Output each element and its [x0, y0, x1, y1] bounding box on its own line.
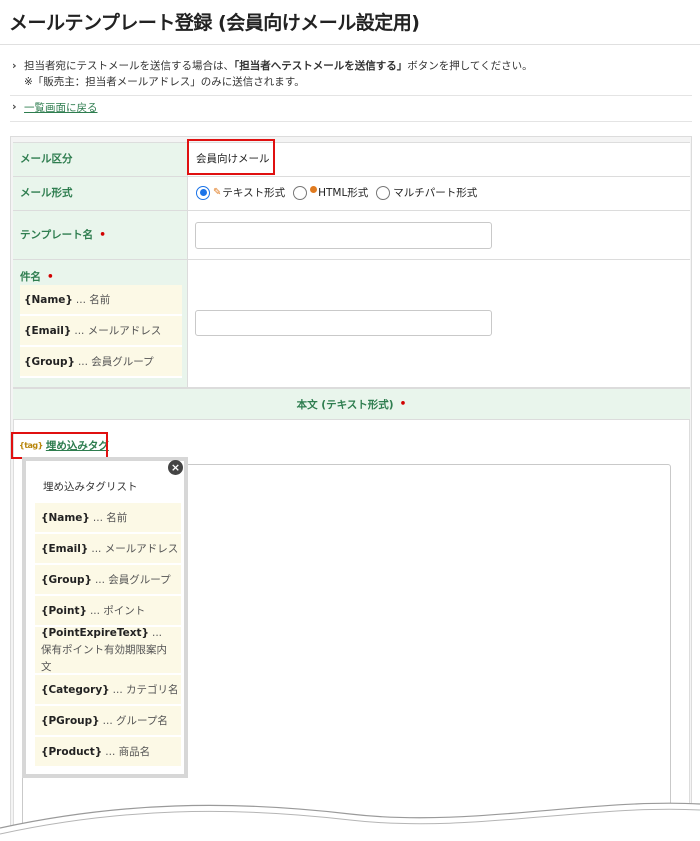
- tag-code: {PGroup}: [41, 714, 100, 727]
- subject-label-text: 件名: [20, 271, 41, 283]
- chevron-right-icon: ›: [12, 59, 17, 72]
- template-name-label-text: テンプレート名: [20, 229, 94, 241]
- back-link-row: › 一覧画面に戻る: [12, 100, 98, 115]
- tag-code: {Category}: [41, 683, 110, 696]
- tag-desc: ... ポイント: [89, 605, 146, 617]
- tag-desc: ... 商品名: [105, 746, 151, 758]
- required-mark: •: [47, 271, 54, 283]
- mail-format-label-text: メール形式: [20, 187, 73, 199]
- format-option-html[interactable]: HTML形式: [293, 185, 368, 200]
- tag-desc: ... カテゴリ名: [112, 684, 179, 696]
- note-button-name: 「担当者へテストメールを送信する」: [234, 60, 408, 72]
- format-multipart-label: マルチパート形式: [393, 187, 478, 199]
- tag-popup-item[interactable]: {Name}... 名前: [35, 503, 181, 534]
- title-divider: [0, 44, 700, 45]
- template-name-input[interactable]: [195, 222, 492, 249]
- tag-popup-item[interactable]: {PGroup}... グループ名: [35, 706, 181, 737]
- body-header-text: 本文 (テキスト形式): [296, 398, 394, 411]
- tag-code: {PointExpireText}: [41, 626, 149, 639]
- pencil-icon: ✎: [213, 187, 222, 198]
- note-text-suffix: ボタンを押してください。: [407, 60, 533, 72]
- radio-text-format[interactable]: [196, 185, 210, 200]
- note-line-2: ※「販売主：担当者メールアドレス」のみに送信されます。: [24, 76, 305, 88]
- subject-tag-list: {Name}... 名前 {Email}... メールアドレス {Group}.…: [20, 285, 182, 378]
- back-to-list-link[interactable]: 一覧画面に戻る: [24, 102, 98, 114]
- tag-desc: ... グループ名: [102, 715, 168, 727]
- tag-popup-item[interactable]: {Category}... カテゴリ名: [35, 675, 181, 706]
- format-html-label: HTML形式: [318, 187, 369, 199]
- format-text-label: テキスト形式: [222, 187, 286, 199]
- tag-code: {Email}: [41, 542, 89, 555]
- mail-type-label: メール区分: [13, 143, 188, 177]
- template-name-label: テンプレート名 •: [13, 211, 188, 260]
- tag-code: {Name}: [41, 511, 90, 524]
- tag-desc: ... 会員グループ: [77, 356, 154, 368]
- subject-tag-item: {Email}... メールアドレス: [20, 316, 182, 347]
- close-icon[interactable]: ×: [168, 460, 183, 475]
- radio-multipart-format[interactable]: [376, 185, 391, 200]
- tag-popup-item[interactable]: {Group}... 会員グループ: [35, 565, 181, 596]
- tag-desc: ... メールアドレス: [74, 325, 162, 337]
- subject-tag-item: {Name}... 名前: [20, 285, 182, 316]
- tag-popup-item[interactable]: {Point}... ポイント: [35, 596, 181, 627]
- chevron-right-icon: ›: [12, 100, 17, 113]
- highlight-box: [11, 432, 108, 459]
- tag-desc: ... メールアドレス: [91, 543, 179, 555]
- body-header: 本文 (テキスト形式) •: [13, 388, 690, 420]
- tag-popup-item[interactable]: {Email}... メールアドレス: [35, 534, 181, 565]
- tag-code: {Name}: [24, 293, 73, 306]
- notes-divider: [10, 95, 692, 96]
- subject-input[interactable]: [195, 310, 492, 336]
- page-title: メールテンプレート登録 (会員向けメール設定用): [9, 12, 420, 34]
- radio-html-format[interactable]: [293, 185, 308, 200]
- back-divider: [10, 121, 692, 122]
- tag-popup-list: {Name}... 名前 {Email}... メールアドレス {Group}.…: [35, 503, 181, 768]
- page-cut-wave: [0, 802, 700, 841]
- mail-format-radios: ✎ テキスト形式 HTML形式 マルチパート形式: [196, 185, 485, 200]
- tag-list-popup: 埋め込みタグリスト {Name}... 名前 {Email}... メールアドレ…: [22, 457, 188, 778]
- tag-code: {Product}: [41, 745, 103, 758]
- palette-icon: [310, 186, 318, 193]
- highlight-box: [187, 139, 275, 175]
- mail-type-label-text: メール区分: [20, 153, 73, 165]
- tag-desc: ... 名前: [92, 512, 128, 524]
- tag-desc: ... 名前: [75, 294, 111, 306]
- tag-code: {Point}: [41, 604, 87, 617]
- tag-popup-title: 埋め込みタグリスト: [35, 471, 181, 501]
- tag-code: {Group}: [24, 355, 75, 368]
- format-option-text[interactable]: ✎ テキスト形式: [196, 185, 285, 200]
- tag-desc: ... 会員グループ: [94, 574, 171, 586]
- notes: › 担当者宛にテストメールを送信する場合は、「担当者へテストメールを送信する」ボ…: [12, 58, 533, 90]
- subject-tag-item: {Group}... 会員グループ: [20, 347, 182, 378]
- required-mark: •: [399, 398, 407, 410]
- tag-popup-item[interactable]: {PointExpireText}... 保有ポイント有効期限案内文: [35, 627, 181, 675]
- tag-code: {Email}: [24, 324, 72, 337]
- mail-format-label: メール形式: [13, 177, 188, 211]
- required-mark: •: [99, 229, 106, 241]
- note-text: 担当者宛にテストメールを送信する場合は、: [24, 60, 234, 72]
- tag-popup-item[interactable]: {Product}... 商品名: [35, 737, 181, 768]
- note-line-1: › 担当者宛にテストメールを送信する場合は、「担当者へテストメールを送信する」ボ…: [12, 58, 533, 74]
- format-option-multipart[interactable]: マルチパート形式: [376, 185, 477, 200]
- tag-code: {Group}: [41, 573, 92, 586]
